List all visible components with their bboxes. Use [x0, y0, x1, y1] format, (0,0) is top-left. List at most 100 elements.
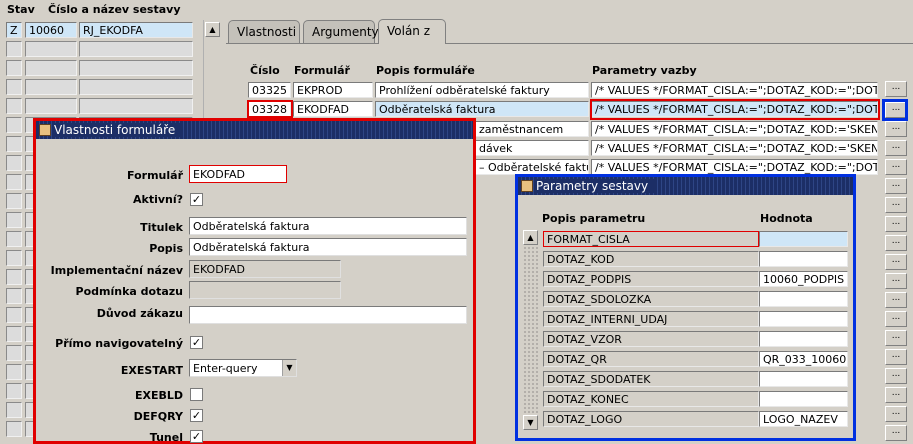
- grid-row-cislo[interactable]: 03328: [248, 101, 291, 117]
- empty-cell[interactable]: [6, 136, 22, 152]
- more-button[interactable]: ...: [885, 197, 907, 213]
- param-name[interactable]: DOTAZ_KONEC: [543, 391, 759, 407]
- more-button[interactable]: ...: [885, 140, 907, 156]
- more-button[interactable]: ...: [885, 406, 907, 422]
- more-button[interactable]: ...: [885, 330, 907, 346]
- param-value[interactable]: [759, 231, 848, 247]
- empty-cell[interactable]: [6, 231, 22, 247]
- scroll-up-icon[interactable]: ▲: [523, 230, 538, 245]
- param-value[interactable]: [759, 371, 848, 387]
- titulek-field[interactable]: Odběratelská faktura: [189, 217, 467, 235]
- grid-row-popis[interactable]: dávek: [475, 140, 589, 156]
- empty-cell[interactable]: [6, 193, 22, 209]
- empty-cell[interactable]: [6, 307, 22, 323]
- empty-cell[interactable]: [6, 79, 22, 95]
- grid-row-formular[interactable]: EKODFAD: [293, 101, 373, 117]
- param-scrollbar[interactable]: ▲ ▼: [523, 230, 538, 430]
- grid-row-parametry[interactable]: /* VALUES */FORMAT_CISLA:=";DOTAZ_KOD:='…: [591, 121, 878, 137]
- empty-cell[interactable]: [6, 345, 22, 361]
- empty-cell[interactable]: [6, 402, 22, 418]
- scroll-down-icon[interactable]: ▼: [523, 415, 538, 430]
- empty-cell[interactable]: [25, 60, 77, 76]
- grid-row-popis[interactable]: zaměstnancem: [475, 121, 589, 137]
- duvod-field[interactable]: [189, 306, 467, 324]
- param-name[interactable]: FORMAT_CISLA: [543, 231, 759, 247]
- more-button[interactable]: ...: [885, 121, 907, 137]
- tab-volan-z[interactable]: Volán z: [378, 19, 446, 44]
- param-value[interactable]: [759, 331, 848, 347]
- param-name[interactable]: DOTAZ_SDODATEK: [543, 371, 759, 387]
- more-button[interactable]: ...: [885, 178, 907, 194]
- empty-cell[interactable]: [6, 383, 22, 399]
- more-button[interactable]: ...: [885, 273, 907, 289]
- empty-cell[interactable]: [25, 79, 77, 95]
- exestart-select[interactable]: Enter-query ▼: [189, 359, 297, 377]
- grid-row-parametry[interactable]: /* VALUES */FORMAT_CISLA:=";DOTAZ_KOD:="…: [591, 159, 878, 175]
- empty-cell[interactable]: [6, 98, 22, 114]
- grid-row-popis[interactable]: Odběratelská faktura: [375, 101, 589, 117]
- grid-row-popis[interactable]: – Odběratelské faktury: [475, 159, 589, 175]
- more-button[interactable]: ...: [885, 254, 907, 270]
- param-name[interactable]: DOTAZ_PODPIS: [543, 271, 759, 287]
- scroll-up-icon[interactable]: ▲: [205, 22, 220, 37]
- grid-row-parametry[interactable]: /* VALUES */FORMAT_CISLA:=";DOTAZ_KOD:='…: [591, 140, 878, 156]
- param-value[interactable]: QR_033_10060: [759, 351, 848, 367]
- grid-row-parametry[interactable]: /* VALUES */FORMAT_CISLA:=";DOTAZ_KOD:="…: [591, 101, 878, 117]
- more-button[interactable]: ...: [885, 159, 907, 175]
- param-value[interactable]: LOGO_NAZEV: [759, 411, 848, 427]
- param-value[interactable]: [759, 311, 848, 327]
- param-name[interactable]: DOTAZ_SDOLOZKA: [543, 291, 759, 307]
- empty-cell[interactable]: [6, 364, 22, 380]
- param-name[interactable]: DOTAZ_VZOR: [543, 331, 759, 347]
- chevron-down-icon[interactable]: ▼: [282, 360, 296, 376]
- empty-cell[interactable]: [6, 174, 22, 190]
- more-button[interactable]: ...: [885, 368, 907, 384]
- param-name[interactable]: DOTAZ_LOGO: [543, 411, 759, 427]
- primo-checkbox[interactable]: ✓: [190, 336, 203, 349]
- more-button[interactable]: ...: [885, 81, 907, 97]
- param-value[interactable]: [759, 251, 848, 267]
- tunel-checkbox[interactable]: ✓: [190, 430, 203, 443]
- grid-row-cislo[interactable]: 03325: [248, 82, 291, 98]
- param-name[interactable]: DOTAZ_QR: [543, 351, 759, 367]
- param-value[interactable]: [759, 291, 848, 307]
- empty-cell[interactable]: [79, 60, 193, 76]
- form-window-titlebar[interactable]: Vlastnosti formuláře: [36, 121, 473, 139]
- empty-cell[interactable]: [6, 288, 22, 304]
- param-name[interactable]: DOTAZ_KOD: [543, 251, 759, 267]
- empty-cell[interactable]: [6, 41, 22, 57]
- more-button[interactable]: ...: [885, 235, 907, 251]
- param-value[interactable]: [759, 391, 848, 407]
- popis-field[interactable]: Odběratelská faktura: [189, 238, 467, 256]
- row-cislo[interactable]: 10060: [25, 22, 77, 38]
- param-name[interactable]: DOTAZ_INTERNI_UDAJ: [543, 311, 759, 327]
- more-button[interactable]: ...: [885, 311, 907, 327]
- defqry-checkbox[interactable]: ✓: [190, 409, 203, 422]
- more-button[interactable]: ...: [885, 387, 907, 403]
- empty-cell[interactable]: [6, 250, 22, 266]
- empty-cell[interactable]: [6, 155, 22, 171]
- grid-row-popis[interactable]: Prohlížení odběratelské faktury: [375, 82, 589, 98]
- empty-cell[interactable]: [25, 41, 77, 57]
- grid-row-formular[interactable]: EKPROD: [293, 82, 373, 98]
- aktivni-checkbox[interactable]: ✓: [190, 193, 203, 206]
- row-nazev[interactable]: RJ_EKODFA: [79, 22, 193, 38]
- param-value[interactable]: 10060_PODPIS: [759, 271, 848, 287]
- exebld-checkbox[interactable]: [190, 388, 203, 401]
- empty-cell[interactable]: [79, 41, 193, 57]
- more-button[interactable]: ...: [885, 292, 907, 308]
- tab-vlastnosti[interactable]: Vlastnosti: [228, 20, 300, 43]
- more-button[interactable]: ...: [885, 349, 907, 365]
- more-button[interactable]: ...: [885, 216, 907, 232]
- empty-cell[interactable]: [6, 117, 22, 133]
- empty-cell[interactable]: [6, 326, 22, 342]
- more-button[interactable]: ...: [885, 425, 907, 441]
- empty-cell[interactable]: [6, 421, 22, 437]
- empty-cell[interactable]: [6, 60, 22, 76]
- param-window-titlebar[interactable]: Parametry sestavy: [518, 177, 853, 195]
- grid-row-parametry[interactable]: /* VALUES */FORMAT_CISLA:=";DOTAZ_KOD:="…: [591, 82, 878, 98]
- row-stav[interactable]: Z: [6, 22, 22, 38]
- tab-argumenty[interactable]: Argumenty: [303, 20, 379, 43]
- empty-cell[interactable]: [6, 269, 22, 285]
- formular-field[interactable]: EKODFAD: [189, 165, 287, 183]
